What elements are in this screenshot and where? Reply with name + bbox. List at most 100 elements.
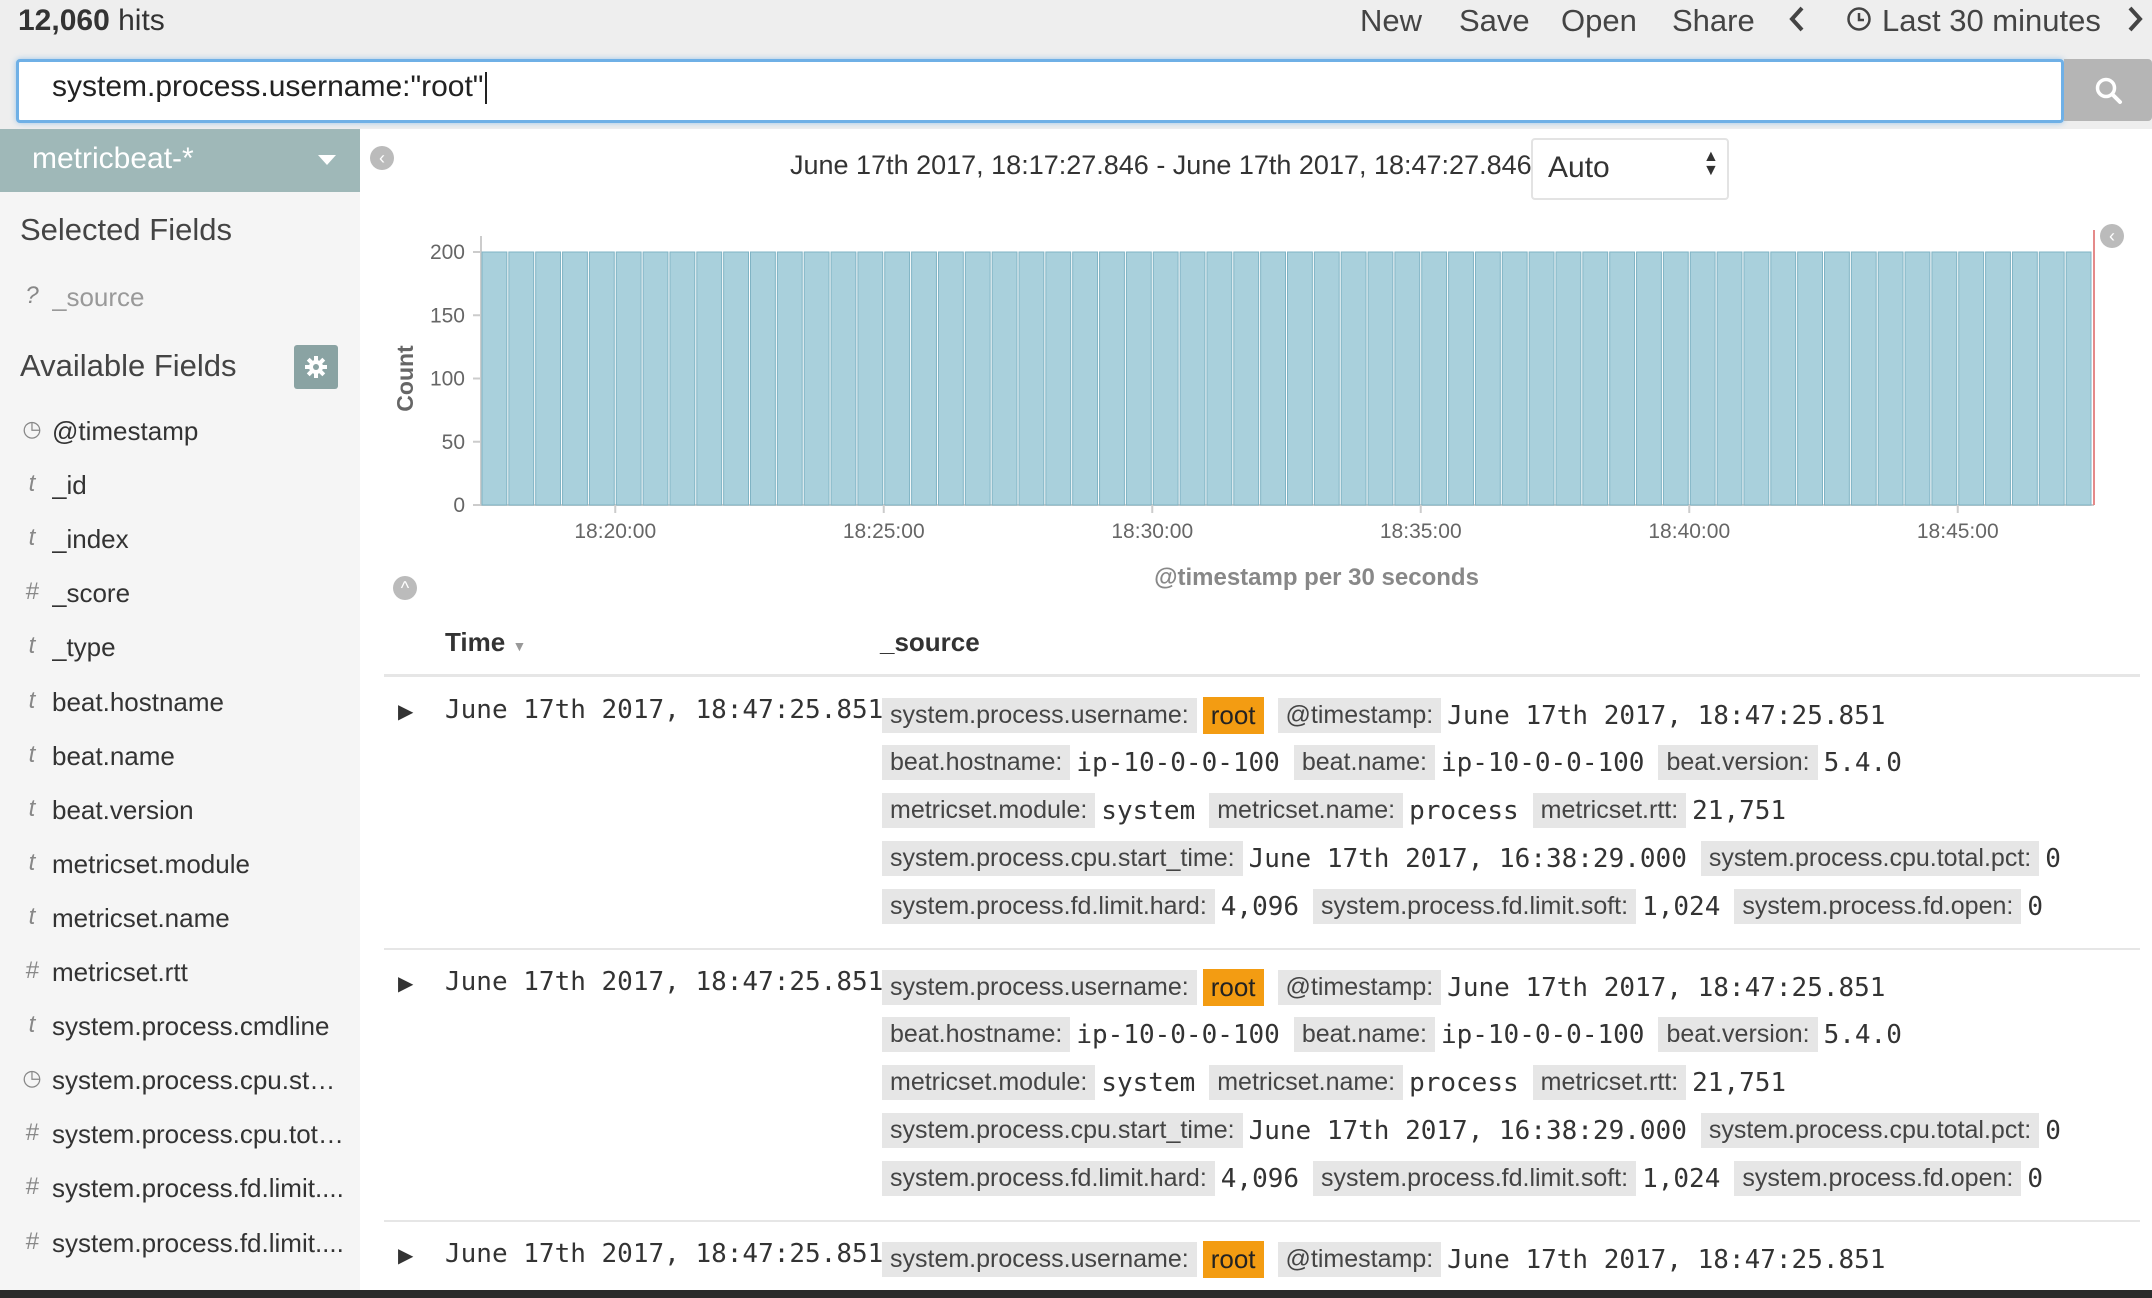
chevron-left-icon[interactable] <box>1786 2 1808 44</box>
field-type-icon: ? <box>25 282 39 309</box>
available-field-item[interactable]: t _index <box>0 524 350 564</box>
histogram-bar <box>1152 251 1179 506</box>
table-header-divider <box>384 674 2140 677</box>
histogram-bar <box>937 251 964 506</box>
expand-row-icon[interactable]: ▶ <box>398 1243 413 1268</box>
x-tick-label: 18:20:00 <box>574 520 656 543</box>
available-field-item[interactable]: t metricset.module <box>0 849 350 889</box>
available-field-item[interactable]: t _type <box>0 632 350 672</box>
source-field-key: system.process.username: <box>882 970 1197 1005</box>
source-field-key: metricset.name: <box>1209 1065 1404 1100</box>
expand-row-icon[interactable]: ▶ <box>398 699 413 724</box>
search-query-text[interactable]: system.process.username:"root" <box>52 70 488 105</box>
field-type-icon: # <box>25 957 39 984</box>
source-field-value: 5.4.0 <box>1823 747 1902 778</box>
source-field-key: beat.name: <box>1293 745 1435 780</box>
time-picker-button[interactable]: Last 30 minutes <box>1882 3 2101 39</box>
field-type-icon: t <box>28 848 36 876</box>
collapse-sidebar-icon[interactable]: ‹ <box>370 146 394 170</box>
field-name[interactable]: system.process.cmdline <box>52 1011 344 1042</box>
source-field-value: 5.4.0 <box>1823 1019 1902 1050</box>
clock-icon: ◷ <box>22 416 42 441</box>
histogram-bar <box>1340 251 1367 506</box>
field-name[interactable]: system.process.fd.limit.... <box>52 1173 344 1204</box>
sort-desc-icon[interactable]: ▼ <box>512 638 526 654</box>
field-type-icon: t <box>28 902 36 930</box>
histogram-bar <box>1662 251 1689 506</box>
histogram-bar <box>2011 251 2038 506</box>
available-field-item[interactable]: t _id <box>0 470 350 510</box>
histogram-bar <box>1233 251 1260 506</box>
field-name[interactable]: metricset.rtt <box>52 957 344 988</box>
available-field-item[interactable]: # _score <box>0 578 350 618</box>
save-button[interactable]: Save <box>1459 3 1530 39</box>
source-field-key: @timestamp: <box>1277 1242 1442 1277</box>
available-field-item[interactable]: ◷ system.process.cpu.star... <box>0 1065 350 1105</box>
field-name[interactable]: _score <box>52 578 344 609</box>
field-name[interactable]: system.process.cpu.tota... <box>52 1119 344 1150</box>
chevron-right-icon[interactable] <box>2124 2 2146 44</box>
search-button[interactable] <box>2064 59 2152 121</box>
field-name[interactable]: beat.name <box>52 741 344 772</box>
caret-down-icon[interactable] <box>318 155 336 165</box>
field-name[interactable]: system.process.fd.limit.... <box>52 1228 344 1259</box>
field-name[interactable]: _type <box>52 632 344 663</box>
histogram-bar <box>1260 251 1287 506</box>
y-axis-label: Count <box>392 345 418 412</box>
source-field-key: system.process.cpu.total.pct: <box>1700 841 2040 876</box>
available-field-item[interactable]: t beat.name <box>0 741 350 781</box>
histogram-bar <box>1179 251 1206 506</box>
histogram-bar <box>1555 251 1582 506</box>
open-button[interactable]: Open <box>1561 3 1637 39</box>
available-field-item[interactable]: t metricset.name <box>0 903 350 943</box>
source-field-value: June 17th 2017, 18:47:25.851 <box>1447 972 1886 1003</box>
field-name[interactable]: system.process.cpu.star... <box>52 1065 344 1096</box>
source-field-key: beat.hostname: <box>882 1017 1071 1052</box>
field-name[interactable]: beat.hostname <box>52 687 344 718</box>
row-divider <box>384 948 2140 950</box>
histogram-bar <box>1716 251 1743 506</box>
available-field-item[interactable]: t system.process.cmdline <box>0 1011 350 1051</box>
expand-row-icon[interactable]: ▶ <box>398 971 413 996</box>
share-button[interactable]: Share <box>1672 3 1755 39</box>
available-field-item[interactable]: # system.process.cpu.tota... <box>0 1119 350 1159</box>
source-field-value: ip-10-0-0-100 <box>1076 1019 1280 1050</box>
source-field-key: metricset.rtt: <box>1532 1065 1687 1100</box>
histogram-bar <box>588 251 615 506</box>
search-icon <box>2095 77 2122 104</box>
histogram-bar <box>1743 251 1770 506</box>
available-field-item[interactable]: t beat.version <box>0 795 350 835</box>
histogram-bar <box>1474 251 1501 506</box>
source-field-value: 21,751 <box>1692 1067 1787 1098</box>
histogram-bar <box>911 251 937 506</box>
new-button[interactable]: New <box>1360 3 1422 39</box>
select-arrows-icon: ▲ ▼ <box>1703 148 1719 179</box>
available-field-item[interactable]: ◷ @timestamp <box>0 416 350 456</box>
source-line: system.process.cpu.start_time: June 17th … <box>882 1113 2075 1149</box>
field-name[interactable]: _id <box>52 470 344 501</box>
available-field-item[interactable]: t beat.hostname <box>0 687 350 727</box>
available-field-item[interactable]: # metricset.rtt <box>0 957 350 997</box>
selected-field-item[interactable]: ? _source <box>0 282 350 322</box>
interval-value[interactable]: Auto <box>1548 151 1610 185</box>
source-field-value: 0 <box>2027 891 2043 922</box>
source-field-value: process <box>1409 795 1519 826</box>
field-settings-button[interactable] <box>294 345 338 389</box>
source-field-key: system.process.fd.limit.hard: <box>882 1161 1215 1196</box>
source-field-key: @timestamp: <box>1277 698 1442 733</box>
x-tick-label: 18:30:00 <box>1111 520 1193 543</box>
field-name[interactable]: _source <box>52 282 344 313</box>
index-pattern-label[interactable]: metricbeat-* <box>32 142 194 176</box>
available-field-item[interactable]: # system.process.fd.limit.... <box>0 1228 350 1268</box>
field-name[interactable]: metricset.name <box>52 903 344 934</box>
field-name[interactable]: _index <box>52 524 344 555</box>
available-field-item[interactable]: # system.process.fd.limit.... <box>0 1173 350 1213</box>
time-range-label: June 17th 2017, 18:17:27.846 - June 17th… <box>790 150 1567 180</box>
source-field-value: process <box>1409 1067 1519 1098</box>
field-name[interactable]: @timestamp <box>52 416 344 447</box>
source-field-value: ip-10-0-0-100 <box>1076 747 1280 778</box>
time-column-header[interactable]: Time ▼ <box>445 627 526 658</box>
field-name[interactable]: beat.version <box>52 795 344 826</box>
source-field-value: ip-10-0-0-100 <box>1440 1019 1645 1050</box>
field-name[interactable]: metricset.module <box>52 849 344 880</box>
